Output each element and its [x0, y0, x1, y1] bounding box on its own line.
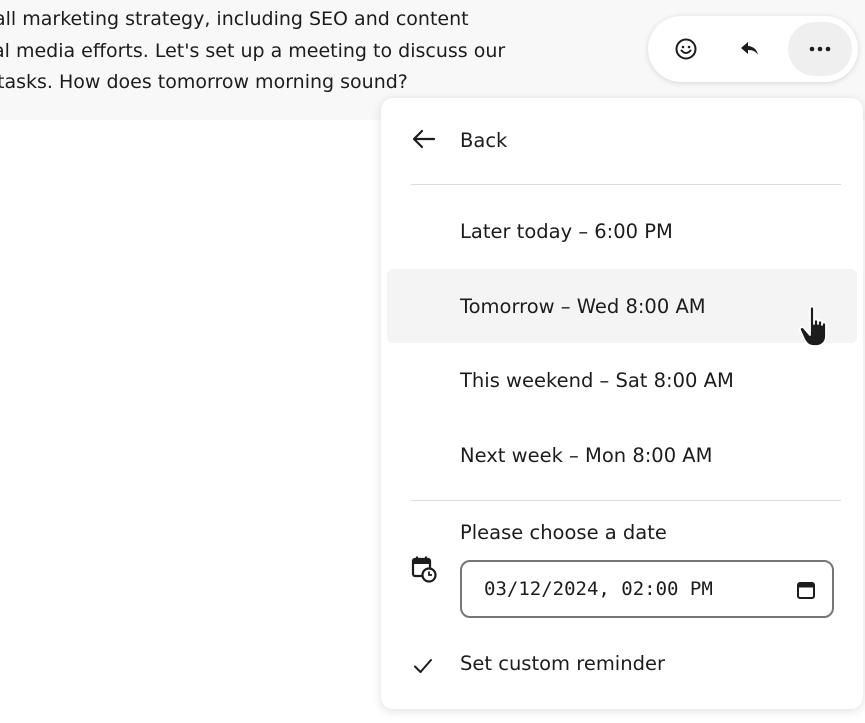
menu-divider: [411, 184, 841, 185]
emoji-icon: [675, 38, 697, 60]
calendar-clock-icon: [411, 556, 437, 583]
option-label: Tomorrow – Wed 8:00 AM: [460, 294, 706, 318]
remind-tomorrow-option[interactable]: Tomorrow – Wed 8:00 AM: [387, 269, 857, 343]
remind-later-today-option[interactable]: Later today – 6:00 PM: [387, 194, 857, 268]
choose-date-label: Please choose a date: [460, 521, 667, 544]
remind-me-menu: Back Later today – 6:00 PM Tomorrow – We…: [381, 98, 863, 709]
set-custom-reminder-button[interactable]: Set custom reminder: [460, 652, 665, 675]
option-label: This weekend – Sat 8:00 AM: [460, 368, 734, 392]
remind-next-week-option[interactable]: Next week – Mon 8:00 AM: [387, 418, 857, 492]
message-actions-toolbar: [648, 16, 858, 82]
back-button[interactable]: Back: [387, 103, 857, 177]
reply-icon: [741, 42, 758, 55]
menu-divider: [411, 500, 841, 501]
more-actions-icon: [809, 46, 831, 52]
calendar-picker-icon[interactable]: [796, 580, 816, 600]
checkmark-icon: [414, 659, 432, 673]
add-reaction-button[interactable]: [654, 22, 718, 76]
reply-button[interactable]: [718, 22, 782, 76]
back-label: Back: [460, 128, 508, 152]
arrow-left-icon: [412, 129, 436, 149]
more-actions-button[interactable]: [788, 22, 852, 76]
option-label: Later today – 6:00 PM: [460, 219, 673, 243]
custom-date-input[interactable]: 03/12/2024, 02:00 PM: [460, 560, 834, 618]
option-label: Next week – Mon 8:00 AM: [460, 443, 713, 467]
hand-cursor-icon: [798, 305, 827, 347]
date-value: 03/12/2024, 02:00 PM: [484, 578, 713, 600]
remind-this-weekend-option[interactable]: This weekend – Sat 8:00 AM: [387, 343, 857, 417]
